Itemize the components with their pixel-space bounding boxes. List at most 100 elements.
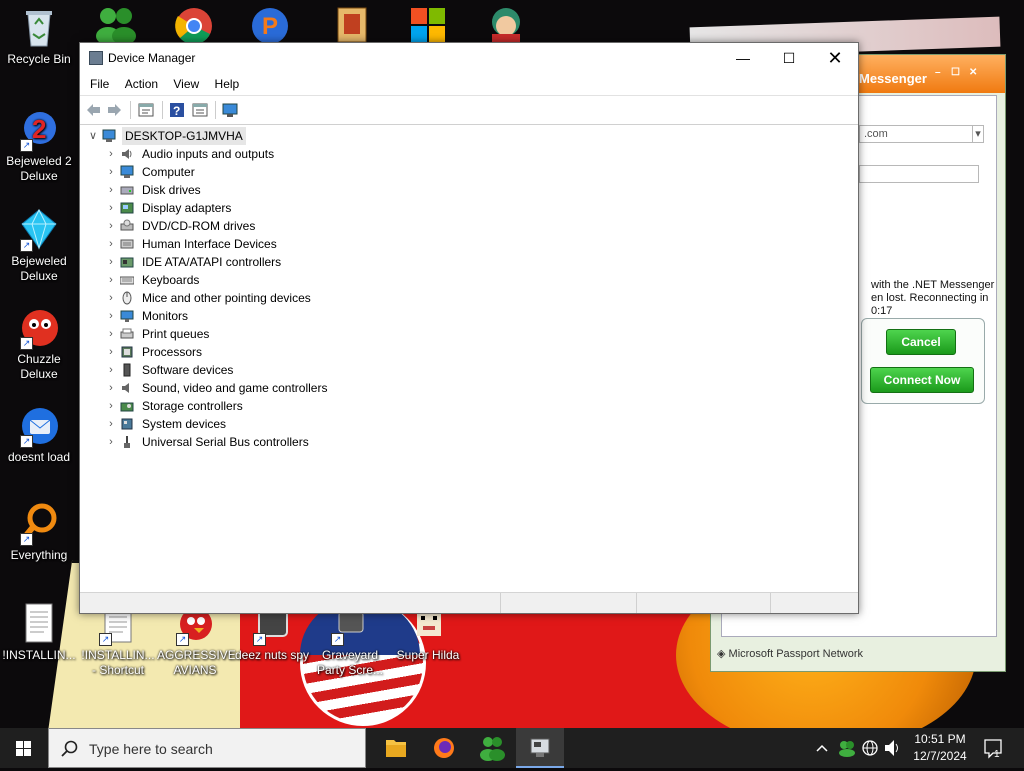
menu-action[interactable]: Action [125,73,158,95]
maximize-button[interactable]: ☐ [766,43,812,73]
chrome-icon[interactable] [170,4,218,45]
show-hidden-icons-button[interactable] [814,728,830,768]
chevron-right-icon[interactable]: › [106,163,116,181]
chevron-right-icon[interactable]: › [106,145,116,163]
menu-file[interactable]: File [90,73,109,95]
search-box[interactable]: Type here to search [48,728,366,768]
back-arrow-icon[interactable] [85,102,101,118]
text-document-icon [18,602,60,644]
bejeweled-2-icon: 2 ↗ [18,108,60,152]
folder-icon [386,740,406,757]
device-category-label: Mice and other pointing devices [142,291,311,305]
system-clock[interactable]: 10:51 PM 12/7/2024 [904,731,976,765]
tray-messenger[interactable] [836,728,858,768]
maximize-icon[interactable]: ☐ [951,67,960,78]
picture-app-icon[interactable] [330,4,378,44]
clock-date: 12/7/2024 [913,749,967,763]
taskbar-device-manager[interactable] [516,728,564,768]
scan-hardware-icon[interactable] [222,102,238,118]
window-title: Device Manager [108,51,196,65]
chevron-right-icon[interactable]: › [106,433,116,451]
device-category-label: Human Interface Devices [142,237,277,251]
forward-arrow-icon[interactable] [107,102,123,118]
taskbar-file-explorer[interactable] [372,728,420,768]
windows-logo-app-icon[interactable] [405,4,453,44]
device-category-label: Disk drives [142,183,201,197]
chevron-right-icon[interactable]: › [106,271,116,289]
close-icon[interactable]: ✕ [969,67,977,78]
chevron-right-icon[interactable]: › [106,379,116,397]
help-icon[interactable]: ? [169,102,185,118]
chevron-right-icon[interactable]: › [106,415,116,433]
chevron-right-icon[interactable]: › [106,217,116,235]
close-button[interactable]: ✕ [812,43,858,73]
taskbar-firefox[interactable] [420,728,468,768]
chuzzle-icon: ↗ [18,306,60,350]
desktop-icon-label: Everything [10,548,68,562]
shortcut-arrow-icon: ↗ [331,633,344,646]
character-app-icon[interactable] [482,4,530,44]
chevron-right-icon[interactable]: › [106,199,116,217]
messenger-signin-field[interactable]: .com [859,125,975,143]
status-bar [80,592,858,613]
shortcut-arrow-icon: ↗ [20,139,33,152]
shortcut-arrow-icon: ↗ [99,633,112,646]
device-category-label: IDE ATA/ATAPI controllers [142,255,282,269]
chevron-right-icon[interactable]: › [106,289,116,307]
minimize-button[interactable]: — [720,43,766,73]
globe-icon [862,740,878,756]
properties-icon[interactable] [138,102,154,118]
sound-icon [122,383,129,393]
messenger-password-field[interactable] [859,165,979,183]
taskbar-messenger[interactable] [468,728,516,768]
desktop-icon-label: Graveyard Party Scre... [316,648,384,677]
chevron-right-icon[interactable]: › [106,325,116,343]
volume-icon [885,740,898,756]
desktop-icon-chuzzle[interactable]: ↗ Chuzzle Deluxe [1,306,77,382]
cancel-button[interactable]: Cancel [886,329,956,355]
speaker-icon [122,149,132,159]
minimize-icon[interactable]: – [935,67,941,78]
processor-icon [121,346,133,358]
chevron-right-icon[interactable]: › [106,235,116,253]
device-category-label: DVD/CD-ROM drives [142,219,256,233]
tray-network[interactable] [860,728,880,768]
chevron-right-icon[interactable]: › [106,253,116,271]
desktop-icon-label: Super Hilda [396,648,460,662]
desktop-icon-everything[interactable]: ↗ Everything [1,502,77,563]
connect-now-button[interactable]: Connect Now [870,367,974,393]
usb-icon [124,436,130,448]
taskbar: Type here to search 10:51 PM 12/7/2024 1 [0,728,1024,768]
shortcut-arrow-icon: ↗ [20,337,33,350]
messenger-people-icon[interactable] [92,4,140,45]
device-manager-window[interactable]: Device Manager — ☐ ✕ File Action View He… [79,42,859,614]
shortcut-arrow-icon: ↗ [253,633,266,646]
chevron-right-icon[interactable]: › [106,343,116,361]
chevron-right-icon[interactable]: › [106,397,116,415]
thunderbird-icon: ↗ [18,404,60,448]
tray-volume[interactable] [882,728,902,768]
desktop-icon-recycle-bin[interactable]: Recycle Bin [1,6,77,67]
menu-view[interactable]: View [173,73,199,95]
desktop-icon-label: Recycle Bin [7,52,71,66]
desktop-icon-doesnt-load[interactable]: ↗ doesnt load [1,404,77,465]
view-icon[interactable] [192,102,208,118]
desktop-icon-bejeweled[interactable]: ↗ Bejeweled Deluxe [1,208,77,284]
device-manager-icon [89,51,103,65]
title-bar[interactable]: Device Manager — ☐ ✕ [80,43,858,73]
notification-center-button[interactable]: 1 [982,728,1004,768]
chevron-down-icon[interactable]: ∨ [88,127,98,145]
start-button[interactable] [0,728,48,768]
chevron-right-icon[interactable]: › [106,181,116,199]
chevron-right-icon[interactable]: › [106,361,116,379]
desktop-icon-bejeweled-2[interactable]: 2 ↗ Bejeweled 2 Deluxe [1,108,77,184]
display-adapter-icon [120,202,134,214]
messenger-footer: ◈ Microsoft Passport Network [717,648,864,660]
device-category-label: System devices [142,417,227,431]
p-app-icon[interactable]: P [248,4,296,44]
shortcut-arrow-icon: ↗ [20,435,33,448]
chevron-down-icon[interactable]: ▾ [972,125,984,143]
desktop-icon-installing[interactable]: !INSTALLIN... [1,602,77,663]
chevron-right-icon[interactable]: › [106,307,116,325]
menu-help[interactable]: Help [215,73,240,95]
